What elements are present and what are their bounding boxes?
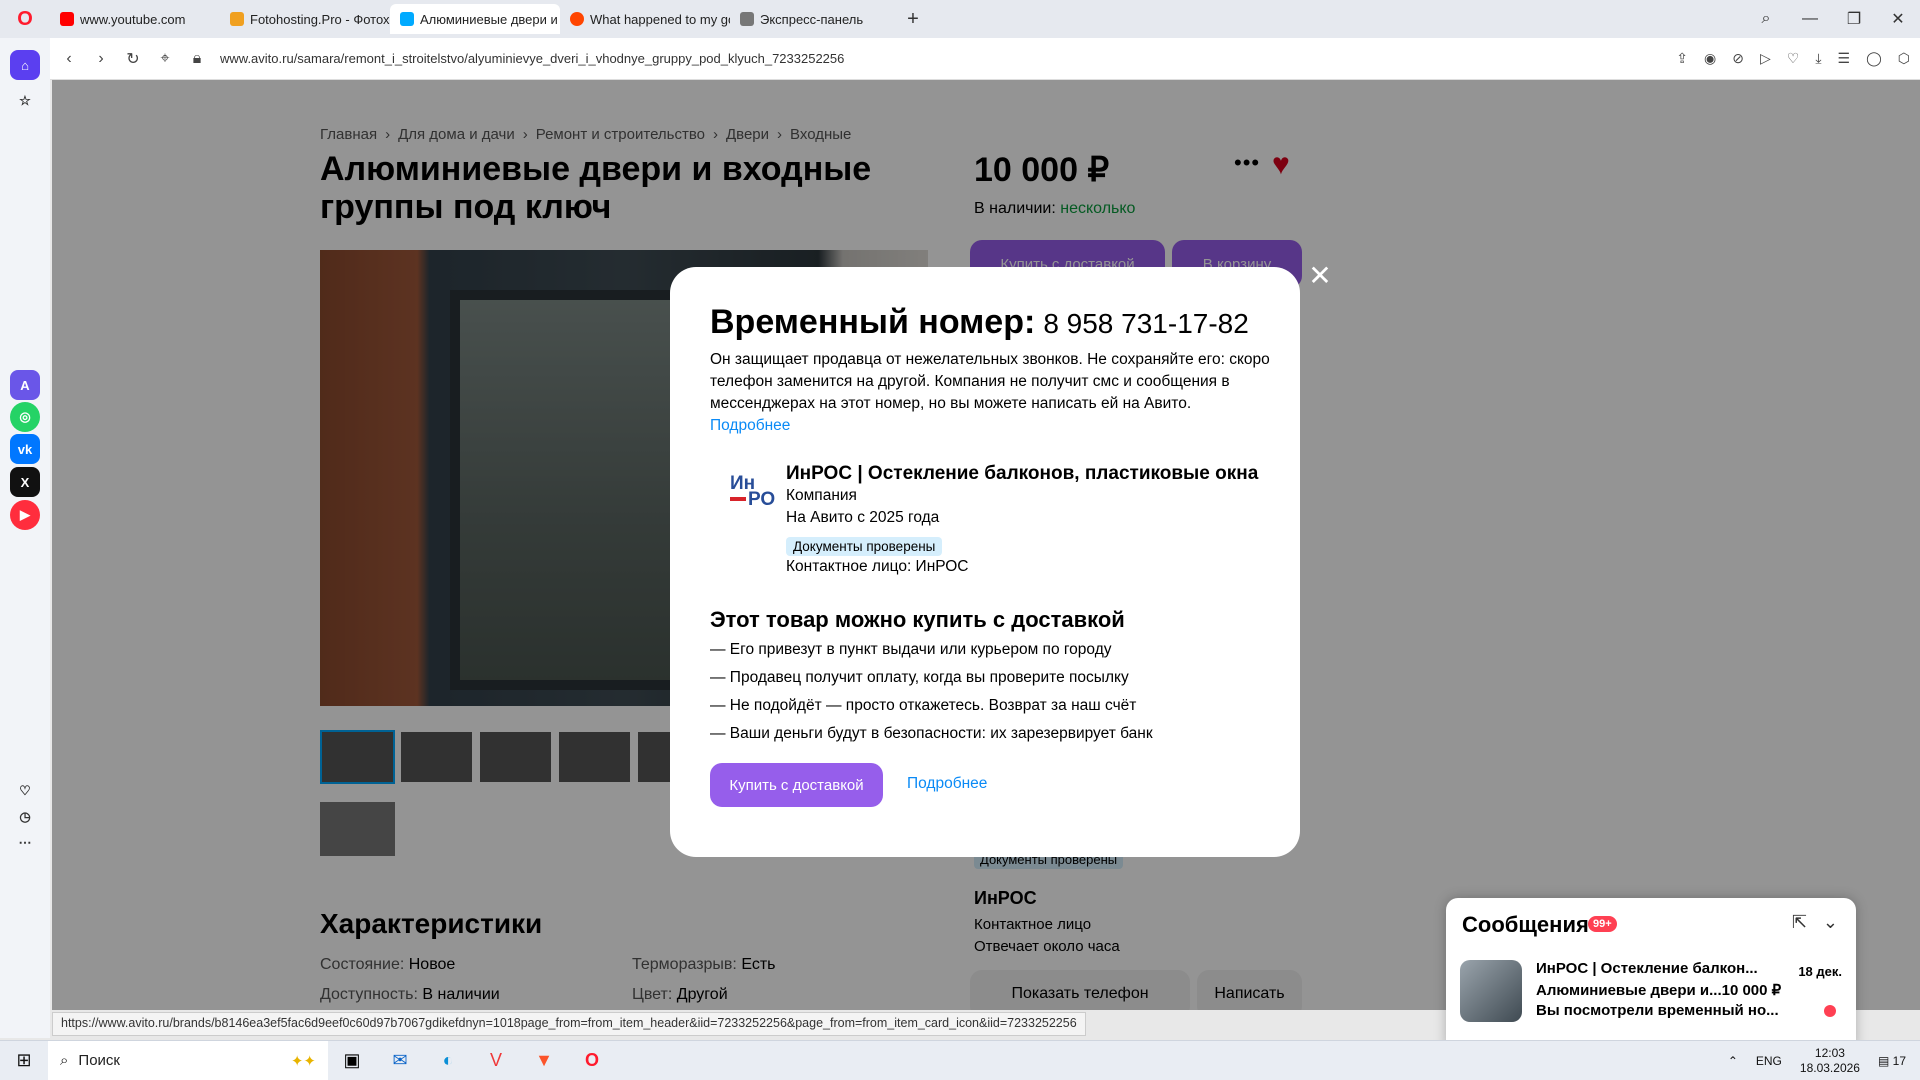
play-icon[interactable]: ▷ <box>1760 50 1771 67</box>
sparkle-icon: ✦✦ <box>290 1052 316 1070</box>
delivery-item: — Его привезут в пункт выдачи или курьер… <box>710 641 1112 658</box>
clock[interactable]: 12:03 18.03.2026 <box>1800 1046 1860 1076</box>
language-indicator[interactable]: ENG <box>1756 1054 1782 1068</box>
grid-icon <box>740 12 754 26</box>
windows-start-icon[interactable]: ⊞ <box>0 1041 48 1080</box>
tab-avito[interactable]: Алюминиевые двери и в✕ <box>390 4 560 34</box>
search-icon: ⌕ <box>60 1052 69 1069</box>
phone-number[interactable]: 8 958 731-17-82 <box>1043 308 1249 339</box>
modal-description: Он защищает продавца от нежелательных зв… <box>710 351 1270 434</box>
restore-button[interactable]: ❐ <box>1832 9 1876 29</box>
opera-taskbar-icon[interactable]: O <box>568 1041 616 1080</box>
delivery-item: — Продавец получит оплату, когда вы пров… <box>710 669 1129 686</box>
extensions-icon[interactable]: ⬡ <box>1898 50 1910 67</box>
company-name[interactable]: ИнРОС | Остекление балконов, пластиковые… <box>786 463 1258 485</box>
chat-avatar[interactable] <box>1460 960 1522 1022</box>
youtube-icon <box>60 12 74 26</box>
company-logo[interactable]: Ин РО <box>728 473 782 513</box>
chat-preview: Вы посмотрели временный но... <box>1536 1002 1779 1019</box>
x-twitter-icon[interactable]: X <box>10 467 40 497</box>
taskbar-search[interactable]: ⌕ Поиск ✦✦ <box>48 1040 328 1080</box>
edge-icon[interactable]: ◐ <box>424 1041 472 1080</box>
brave-icon[interactable]: ▼ <box>520 1041 568 1080</box>
reddit-icon <box>570 12 584 26</box>
tab-speed-dial[interactable]: Экспресс-панель <box>730 4 900 34</box>
profile-icon[interactable]: ◯ <box>1866 50 1882 67</box>
tab-youtube[interactable]: www.youtube.com <box>50 4 220 34</box>
outlook-icon[interactable]: ✉ <box>376 1041 424 1080</box>
browser-tab-bar: O www.youtube.com Fotohosting.Pro - Фото… <box>0 0 1920 38</box>
messages-count-badge: 99+ <box>1588 916 1617 932</box>
new-tab-button[interactable]: + <box>900 6 926 32</box>
lock-icon[interactable]: 🔒︎ <box>188 50 206 68</box>
avito-icon <box>400 12 414 26</box>
tab-fotohosting[interactable]: Fotohosting.Pro - Фотохо <box>220 4 390 34</box>
docs-verified-badge: Документы проверены <box>786 537 943 556</box>
vivaldi-icon[interactable]: V <box>472 1041 520 1080</box>
vk-icon[interactable]: vk <box>10 434 40 464</box>
delivery-title: Этот товар можно купить с доставкой <box>710 607 1125 632</box>
company-since: На Авито с 2025 года <box>786 509 940 526</box>
reload-icon[interactable]: ↻ <box>124 49 142 69</box>
buy-with-delivery-button[interactable]: Купить с доставкой <box>710 763 883 807</box>
address-bar: ‹ › ↻ ⌖ 🔒︎ www.avito.ru/samara/remont_i_… <box>50 38 1920 80</box>
open-external-icon[interactable]: ⇱ <box>1792 912 1807 933</box>
notifications-icon[interactable]: ▤ 17 <box>1878 1054 1906 1068</box>
status-url: https://www.avito.ru/brands/b8146ea3ef5f… <box>52 1012 1086 1036</box>
home-icon[interactable]: ⌂ <box>10 50 40 80</box>
back-icon[interactable]: ‹ <box>60 50 78 68</box>
modal-title: Временный номер: 8 958 731-17-82 <box>710 303 1249 341</box>
pin-icon[interactable]: ☆ <box>10 86 40 116</box>
company-contact: Контактное лицо: ИнРОС <box>786 558 969 575</box>
fotohosting-icon <box>230 12 244 26</box>
adblock-icon[interactable]: ⊘ <box>1732 50 1744 67</box>
more-icon[interactable]: ⋯ <box>10 828 40 858</box>
unread-dot <box>1824 1005 1836 1017</box>
chat-date: 18 дек. <box>1798 964 1842 979</box>
aria-icon[interactable]: A <box>10 370 40 400</box>
messages-panel: Сообщения 99+ ⇱ ⌄ ИнРОС | Остекление бал… <box>1446 898 1856 1048</box>
delivery-item: — Не подойдёт — просто откажетесь. Возвр… <box>710 697 1137 714</box>
whatsapp-icon[interactable]: ◎ <box>10 402 40 432</box>
details-link[interactable]: Подробнее <box>710 417 790 434</box>
temporary-number-modal: Временный номер: 8 958 731-17-82 Он защищ… <box>670 267 1300 857</box>
minimize-button[interactable]: — <box>1788 10 1832 28</box>
close-modal-icon[interactable]: ✕ <box>1306 262 1334 290</box>
company-type: Компания <box>786 487 857 504</box>
camera-icon[interactable]: ◉ <box>1704 50 1716 67</box>
forward-icon[interactable]: › <box>92 50 110 68</box>
chat-subtitle: Алюминиевые двери и...10 000 ₽ <box>1536 982 1782 999</box>
favorite-icon[interactable]: ♡ <box>1787 50 1800 67</box>
share-icon[interactable]: ⇪ <box>1676 50 1688 67</box>
opera-sidebar: ⌂ ☆ A ◎ vk X ▶ ♡ ◷ ⋯ <box>0 38 50 1038</box>
chevron-down-icon[interactable]: ⌄ <box>1823 912 1838 933</box>
chat-title[interactable]: ИнРОС | Остекление балкон... <box>1536 960 1758 977</box>
delivery-item: — Ваши деньги будут в безопасности: их з… <box>710 725 1153 742</box>
search-tabs-icon[interactable]: ⌕ <box>1744 10 1788 28</box>
opera-logo-icon[interactable]: O <box>0 0 50 38</box>
tab-reddit[interactable]: What happened to my go <box>560 4 730 34</box>
windows-taskbar: ⊞ ⌕ Поиск ✦✦ ▣ ✉ ◐ V ▼ O ⌃ ENG 12:03 18.03.… <box>0 1040 1920 1080</box>
chevron-up-icon[interactable]: ⌃ <box>1728 1054 1738 1068</box>
task-view-icon[interactable]: ▣ <box>328 1041 376 1080</box>
location-icon[interactable]: ⌖ <box>156 50 174 68</box>
easy-setup-icon[interactable]: ☰ <box>1838 50 1851 67</box>
url-field[interactable]: www.avito.ru/samara/remont_i_stroitelstv… <box>220 51 844 66</box>
more-info-link[interactable]: Подробнее <box>907 775 987 793</box>
music-player-icon[interactable]: ▶ <box>10 500 40 530</box>
close-window-button[interactable]: ✕ <box>1876 9 1920 29</box>
messages-title: Сообщения <box>1462 912 1589 937</box>
download-icon[interactable]: ⤓ <box>1815 50 1821 67</box>
